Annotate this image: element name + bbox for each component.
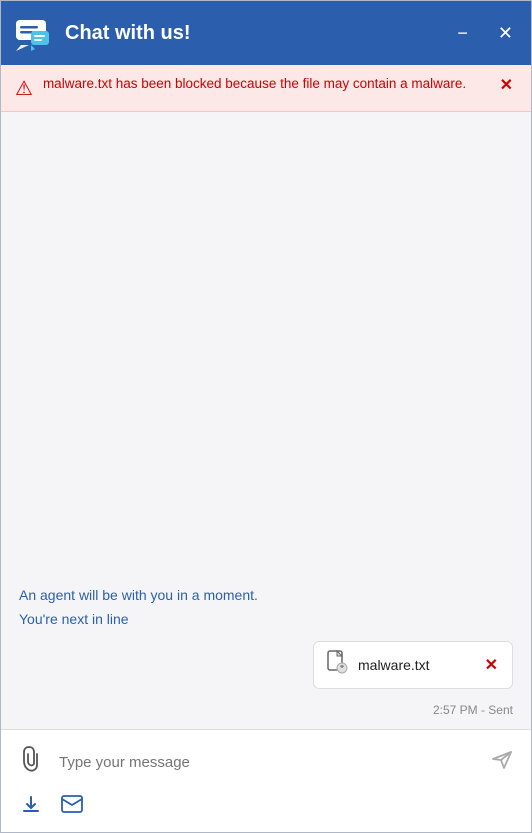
close-button[interactable]: ✕ xyxy=(492,20,519,46)
title-bar: Chat with us! − ✕ xyxy=(1,1,531,65)
chat-area: An agent will be with you in a moment. Y… xyxy=(1,112,531,729)
system-message-1: An agent will be with you in a moment. xyxy=(19,587,513,603)
system-message-2: You're next in line xyxy=(19,611,513,627)
alert-banner: ⚠ malware.txt has been blocked because t… xyxy=(1,65,531,112)
attachment-row: malware.txt ✕ xyxy=(19,641,513,689)
send-button[interactable] xyxy=(487,744,517,780)
window-controls: − ✕ xyxy=(451,20,519,46)
timestamp: 2:57 PM - Sent xyxy=(433,703,513,717)
message-input[interactable] xyxy=(55,748,477,777)
input-area xyxy=(1,729,531,832)
download-icon xyxy=(21,794,41,814)
email-icon xyxy=(61,795,83,813)
email-button[interactable] xyxy=(59,792,85,822)
attach-button[interactable] xyxy=(15,742,45,782)
chat-window: Chat with us! − ✕ ⚠ malware.txt has been… xyxy=(0,0,532,833)
download-button[interactable] xyxy=(19,792,43,822)
file-remove-button[interactable]: ✕ xyxy=(483,655,500,675)
send-icon xyxy=(491,748,513,770)
window-title: Chat with us! xyxy=(65,22,451,45)
paperclip-icon xyxy=(19,746,41,772)
file-name: malware.txt xyxy=(358,657,473,673)
timestamp-row: 2:57 PM - Sent xyxy=(19,703,513,717)
minimize-button[interactable]: − xyxy=(451,20,474,46)
alert-icon: ⚠ xyxy=(15,76,33,101)
alert-close-button[interactable]: ✕ xyxy=(496,75,517,95)
alert-text: malware.txt has been blocked because the… xyxy=(43,75,486,94)
file-icon xyxy=(326,650,348,680)
input-row xyxy=(15,742,517,782)
chat-messages: An agent will be with you in a moment. Y… xyxy=(19,587,513,717)
bottom-icons xyxy=(15,792,517,822)
chat-icon xyxy=(13,13,53,53)
attachment-bubble: malware.txt ✕ xyxy=(313,641,513,689)
